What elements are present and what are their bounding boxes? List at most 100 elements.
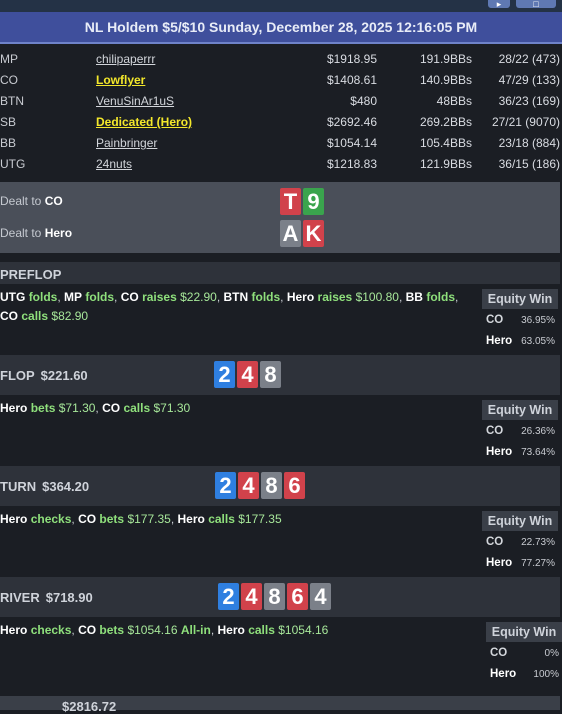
action-amount: $82.90 xyxy=(51,309,89,323)
equity-value: 63.05% xyxy=(521,336,555,347)
equity-row: Hero 63.05% xyxy=(482,330,558,351)
equity-row: Hero 73.64% xyxy=(482,441,558,462)
action-amount: $22.90 xyxy=(180,290,217,304)
equity-player: Hero xyxy=(490,668,517,680)
player-stats: 23/18 (884) xyxy=(498,136,560,150)
player-row: MP chilipaperrr $1918.95 191.9BBs 28/22 (473… xyxy=(0,50,562,71)
equity-player: CO xyxy=(486,536,504,548)
player-position: BTN xyxy=(0,94,24,108)
street-name: TURN xyxy=(0,479,37,494)
player-position: MP xyxy=(0,52,18,66)
player-stack: $480 xyxy=(350,94,377,108)
card: K xyxy=(303,220,324,247)
player-name-link[interactable]: 24nuts xyxy=(96,155,132,173)
chat-icon[interactable]: □ xyxy=(516,0,556,9)
hole-cards: T9 xyxy=(280,188,326,215)
action-verb: folds xyxy=(251,290,281,304)
equity-player: Hero xyxy=(486,446,513,458)
card: 8 xyxy=(261,472,282,499)
action-amount: $1054.16 xyxy=(127,623,178,637)
action-allin: All-in xyxy=(180,623,211,637)
action-amount: $1054.16 xyxy=(278,623,329,637)
equity-row: CO 0% xyxy=(486,642,562,663)
action-verb: folds xyxy=(85,290,115,304)
board-cards: 2486 xyxy=(215,472,307,499)
player-name-link[interactable]: VenuSinAr1uS xyxy=(96,92,174,110)
action-verb: calls xyxy=(208,512,235,526)
equity-player: Hero xyxy=(486,557,513,569)
pot-amount: $718.90 xyxy=(45,590,93,605)
action-player: Hero xyxy=(0,401,28,415)
card: 2 xyxy=(218,583,239,610)
equity-player: CO xyxy=(490,647,508,659)
chevron-icon[interactable]: ▸ xyxy=(488,0,510,9)
player-stats: 27/21 (9070) xyxy=(491,115,560,129)
equity-value: 22.73% xyxy=(521,537,555,548)
equity-player: Hero xyxy=(486,335,513,347)
player-stats: 47/29 (133) xyxy=(498,73,560,87)
card: 4 xyxy=(237,361,258,388)
player-row: BB Painbringer $1054.14 105.4BBs 23/18 (884) xyxy=(0,134,562,155)
flop-actions: Hero bets $71.30, CO calls $71.30 xyxy=(0,401,191,415)
action-amount: $177.35 xyxy=(127,512,171,526)
street-name: RIVER xyxy=(0,590,40,605)
equity-value: 26.36% xyxy=(521,426,555,437)
turn-header: TURN $364.20 2 4 8 6 xyxy=(0,466,560,506)
player-position: SB xyxy=(0,115,17,129)
player-name-link[interactable]: Lowflyer xyxy=(96,71,145,89)
action-player: CO xyxy=(102,401,121,415)
action-player: Hero xyxy=(217,623,245,637)
river-label: RIVER $718.90 xyxy=(0,590,93,605)
board-cards: 248 xyxy=(214,361,283,388)
equity-header: Equity Win xyxy=(482,289,558,309)
player-stack: $2692.46 xyxy=(326,115,377,129)
equity-value: 36.95% xyxy=(521,315,555,326)
action-player: Hero xyxy=(0,623,28,637)
player-stats: 36/23 (169) xyxy=(498,94,560,108)
dealt-prefix: Dealt to xyxy=(0,194,42,208)
action-amount: $71.30 xyxy=(153,401,191,415)
turn-label: TURN $364.20 xyxy=(0,479,89,494)
action-amount: $71.30 xyxy=(58,401,96,415)
equity-player: CO xyxy=(486,425,504,437)
action-player: BB xyxy=(405,290,423,304)
player-stack: $1918.95 xyxy=(326,52,377,66)
equity-player: CO xyxy=(486,314,504,326)
dealt-row: Dealt to Hero xyxy=(0,226,72,240)
action-verb: bets xyxy=(30,401,56,415)
card: 2 xyxy=(215,472,236,499)
card: 8 xyxy=(264,583,285,610)
card: A xyxy=(280,220,301,247)
card: 6 xyxy=(284,472,305,499)
dealt-prefix: Dealt to xyxy=(0,226,42,240)
equity-header: Equity Win xyxy=(482,400,558,420)
player-row: UTG 24nuts $1218.83 121.9BBs 36/15 (186) xyxy=(0,155,562,176)
player-bbs: 191.9BBs xyxy=(419,52,472,66)
preflop-header: PREFLOP xyxy=(0,262,560,284)
card: 9 xyxy=(303,188,324,215)
action-verb: bets xyxy=(99,623,125,637)
player-bbs: 269.2BBs xyxy=(419,115,472,129)
card: 2 xyxy=(214,361,235,388)
card: 4 xyxy=(241,583,262,610)
players-table: MP chilipaperrr $1918.95 191.9BBs 28/22 (473… xyxy=(0,50,562,176)
player-stats: 28/22 (473) xyxy=(498,52,560,66)
equity-row: Hero 77.27% xyxy=(482,552,558,573)
action-verb: raises xyxy=(317,290,353,304)
action-player: CO xyxy=(78,623,97,637)
dealt-player: CO xyxy=(44,194,63,208)
player-name-link[interactable]: Painbringer xyxy=(96,134,157,152)
action-player: Hero xyxy=(286,290,315,304)
action-verb: checks xyxy=(30,512,72,526)
player-name-link[interactable]: Dedicated (Hero) xyxy=(96,113,192,131)
action-verb: calls xyxy=(21,309,49,323)
player-stack: $1408.61 xyxy=(326,73,377,87)
player-row: SB Dedicated (Hero) $2692.46 269.2BBs 27/21 … xyxy=(0,113,562,134)
card: 6 xyxy=(287,583,308,610)
action-amount: $100.80 xyxy=(355,290,399,304)
player-position: CO xyxy=(0,73,18,87)
player-name-link[interactable]: chilipaperrr xyxy=(96,50,155,68)
equity-row: CO 22.73% xyxy=(482,531,558,552)
action-verb: checks xyxy=(30,623,72,637)
hole-cards: AK xyxy=(280,220,326,247)
